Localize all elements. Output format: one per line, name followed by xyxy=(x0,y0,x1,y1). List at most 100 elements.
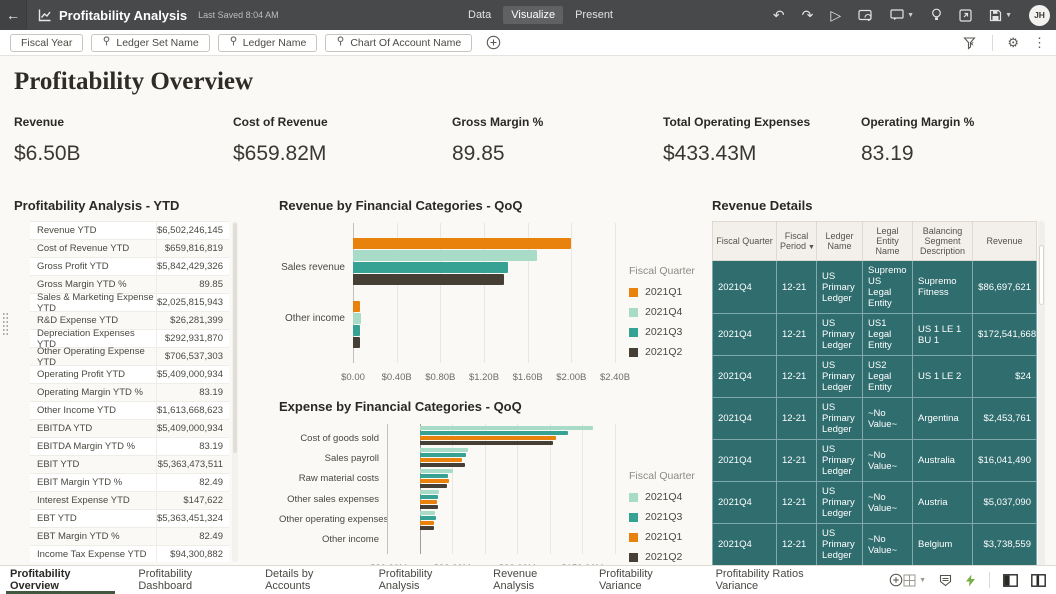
legend-item-2021Q2[interactable]: 2021Q2 xyxy=(629,551,707,563)
bar-2021Q2[interactable] xyxy=(420,526,434,530)
legend-item-2021Q2[interactable]: 2021Q2 xyxy=(629,346,707,358)
legend-item-2021Q1[interactable]: 2021Q1 xyxy=(629,531,707,543)
table-cell[interactable]: 2021Q4 xyxy=(713,482,777,524)
panel-drag-handle[interactable] xyxy=(2,312,9,335)
table-cell[interactable]: 2021Q4 xyxy=(713,524,777,566)
legend-item-2021Q4[interactable]: 2021Q4 xyxy=(629,491,707,503)
table-row[interactable]: 2021Q412-21US Primary Ledger~No Value~Au… xyxy=(713,440,1037,482)
table-row[interactable]: Income Tax Expense YTD$94,300,882 xyxy=(30,546,229,562)
layout-left-panel-icon[interactable] xyxy=(1003,574,1018,587)
table-cell[interactable]: 12-21 xyxy=(777,314,817,356)
table-row[interactable]: Gross Profit YTD$5,842,429,326 xyxy=(30,258,229,276)
column-header-ledger-name[interactable]: Ledger Name xyxy=(817,222,863,261)
bar-2021Q4[interactable] xyxy=(420,448,469,452)
bar-2021Q1[interactable] xyxy=(353,301,360,312)
table-cell[interactable]: $16,041,490 xyxy=(973,440,1037,482)
table-row[interactable]: EBT Margin YTD %82.49 xyxy=(30,528,229,546)
bar-2021Q3[interactable] xyxy=(353,325,360,336)
table-row[interactable]: 2021Q412-21US Primary Ledger~No Value~Be… xyxy=(713,524,1037,566)
bar-2021Q2[interactable] xyxy=(353,274,504,285)
bar-2021Q2[interactable] xyxy=(420,441,554,445)
bar-2021Q1[interactable] xyxy=(420,521,434,525)
table-cell[interactable]: Argentina xyxy=(913,398,973,440)
table-cell[interactable]: US 1 LE 2 xyxy=(913,356,973,398)
table-row[interactable]: Cost of Revenue YTD$659,816,819 xyxy=(30,240,229,258)
mode-tab-present[interactable]: Present xyxy=(567,6,621,24)
bar-2021Q3[interactable] xyxy=(420,516,436,520)
canvas-tab-revenue-analysis[interactable]: Revenue Analysis xyxy=(493,566,572,594)
bar-2021Q1[interactable] xyxy=(353,238,571,249)
table-row[interactable]: 2021Q412-21US Primary LedgerUS1 Legal En… xyxy=(713,314,1037,356)
table-cell[interactable]: 12-21 xyxy=(777,261,817,314)
table-cell[interactable]: Belgium xyxy=(913,524,973,566)
preview-icon[interactable]: ▷ xyxy=(830,8,841,22)
table-cell[interactable]: US1 Legal Entity xyxy=(863,314,913,356)
table-cell[interactable]: 2021Q4 xyxy=(713,440,777,482)
table-cell[interactable]: ~No Value~ xyxy=(863,440,913,482)
bar-2021Q1[interactable] xyxy=(420,436,557,440)
bar-2021Q4[interactable] xyxy=(420,490,440,494)
bar-2021Q4[interactable] xyxy=(420,511,435,515)
canvas-tab-profitability-dashboard[interactable]: Profitability Dashboard xyxy=(138,566,238,594)
bar-2021Q3[interactable] xyxy=(420,453,467,457)
vertical-scrollbar[interactable] xyxy=(1038,221,1045,567)
table-cell[interactable]: 2021Q4 xyxy=(713,398,777,440)
table-cell[interactable]: Supremo US Legal Entity xyxy=(863,261,913,314)
table-cell[interactable]: US Primary Ledger xyxy=(817,261,863,314)
data-badge-icon[interactable] xyxy=(939,574,952,587)
bar-2021Q4[interactable] xyxy=(353,250,537,261)
table-cell[interactable]: ~No Value~ xyxy=(863,482,913,524)
table-row[interactable]: EBITDA YTD$5,409,000,934 xyxy=(30,420,229,438)
legend-item-2021Q1[interactable]: 2021Q1 xyxy=(629,286,707,298)
table-cell[interactable]: US2 Legal Entity xyxy=(863,356,913,398)
table-row[interactable]: Other Income YTD$1,613,668,623 xyxy=(30,402,229,420)
table-row[interactable]: 2021Q412-21US Primary Ledger~No Value~Ar… xyxy=(713,398,1037,440)
table-cell[interactable]: $86,697,621 xyxy=(973,261,1037,314)
table-row[interactable]: Operating Profit YTD$5,409,000,934 xyxy=(30,366,229,384)
table-cell[interactable]: Australia xyxy=(913,440,973,482)
table-row[interactable]: EBIT YTD$5,363,473,511 xyxy=(30,456,229,474)
column-header-fiscal-quarter[interactable]: Fiscal Quarter xyxy=(713,222,777,261)
table-cell[interactable]: $5,037,090 xyxy=(973,482,1037,524)
add-filter-icon[interactable] xyxy=(486,35,501,50)
add-canvas-icon[interactable] xyxy=(889,573,903,587)
legend-item-2021Q3[interactable]: 2021Q3 xyxy=(629,511,707,523)
table-cell[interactable]: $3,738,559 xyxy=(973,524,1037,566)
canvas-tab-profitability-ratios-variance[interactable]: Profitability Ratios Variance xyxy=(716,566,836,594)
table-cell[interactable]: US Primary Ledger xyxy=(817,314,863,356)
table-row[interactable]: EBITDA Margin YTD %83.19 xyxy=(30,438,229,456)
auto-insights-bulb-icon[interactable] xyxy=(931,8,942,22)
column-header-revenue[interactable]: Revenue xyxy=(973,222,1037,261)
table-cell[interactable]: US Primary Ledger xyxy=(817,356,863,398)
user-avatar[interactable]: JH xyxy=(1029,5,1050,26)
table-cell[interactable]: 12-21 xyxy=(777,398,817,440)
table-cell[interactable]: Austria xyxy=(913,482,973,524)
filter-chip-ledger-name[interactable]: Ledger Name xyxy=(218,34,318,52)
table-row[interactable]: EBIT Margin YTD %82.49 xyxy=(30,474,229,492)
mode-tab-visualize[interactable]: Visualize xyxy=(503,6,563,24)
redo-icon[interactable]: ↷ xyxy=(802,8,814,22)
table-row[interactable]: 2021Q412-21US Primary LedgerSupremo US L… xyxy=(713,261,1037,314)
canvas-settings-gear-icon[interactable]: ⚙ xyxy=(1007,35,1019,51)
table-cell[interactable]: US Primary Ledger xyxy=(817,482,863,524)
comments-icon[interactable]: ▼ xyxy=(890,9,914,21)
table-cell[interactable]: US Primary Ledger xyxy=(817,524,863,566)
table-cell[interactable]: US Primary Ledger xyxy=(817,440,863,482)
filter-chip-ledger-set-name[interactable]: Ledger Set Name xyxy=(91,34,209,52)
bar-2021Q2[interactable] xyxy=(353,337,360,348)
auto-insights-spark-icon[interactable] xyxy=(965,574,976,587)
column-header-balancing-segment-description[interactable]: Balancing Segment Description xyxy=(913,222,973,261)
bar-2021Q4[interactable] xyxy=(353,313,361,324)
plot-area[interactable] xyxy=(387,424,615,554)
table-cell[interactable]: 12-21 xyxy=(777,440,817,482)
table-cell[interactable]: US Primary Ledger xyxy=(817,398,863,440)
layout-split-panel-icon[interactable] xyxy=(1031,574,1046,587)
table-row[interactable]: 2021Q412-21US Primary Ledger~No Value~Au… xyxy=(713,482,1037,524)
table-cell[interactable]: 12-21 xyxy=(777,524,817,566)
limit-values-filter-icon[interactable] xyxy=(963,36,978,50)
canvas-grid-layout-icon[interactable]: ▼ xyxy=(903,574,926,587)
canvas-tab-profitability-analysis[interactable]: Profitability Analysis xyxy=(379,566,467,594)
table-row[interactable]: Interest Expense YTD$147,622 xyxy=(30,492,229,510)
table-cell[interactable]: ~No Value~ xyxy=(863,398,913,440)
table-cell[interactable]: 2021Q4 xyxy=(713,314,777,356)
